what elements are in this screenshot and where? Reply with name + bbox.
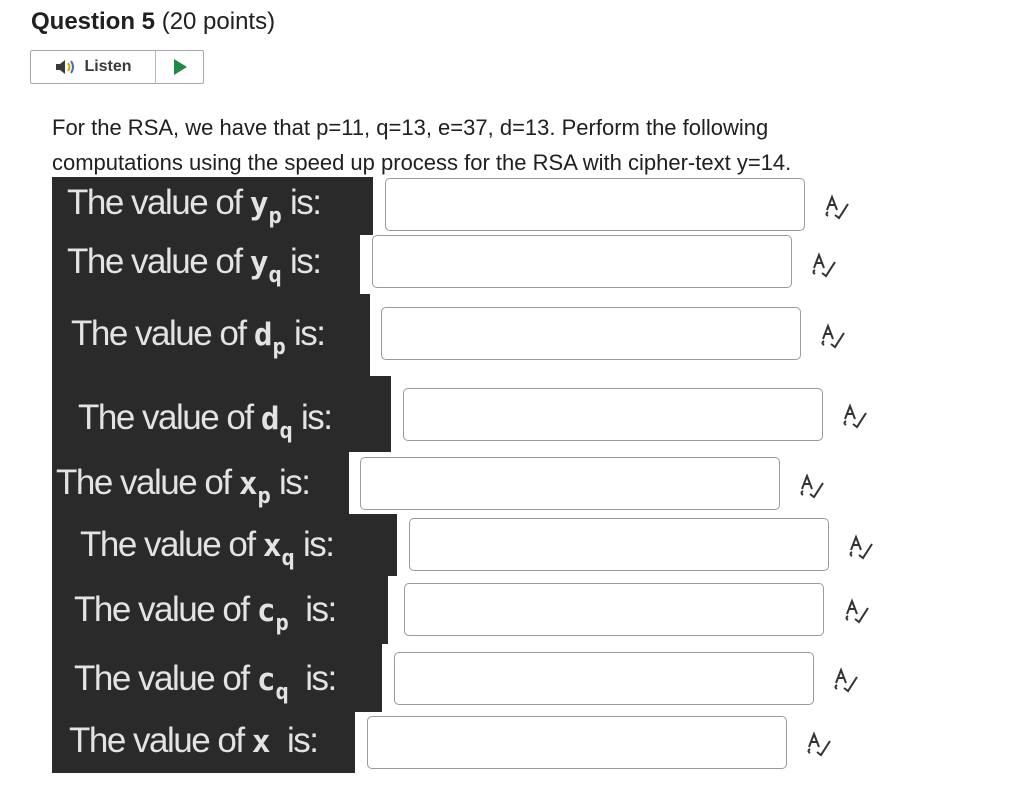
label-subscript: p [257,484,271,509]
spellcheck-icon[interactable] [842,596,870,624]
label-variable: x [238,466,258,502]
label-subscript: q [275,680,289,705]
spellcheck-icon[interactable] [831,665,859,693]
field-label-yq: The value of yq is: [67,242,322,296]
spellcheck-icon[interactable] [804,729,832,757]
label-variable: d [260,401,280,437]
listen-button[interactable]: Listen [31,51,156,83]
label-suffix: is: [294,525,335,564]
label-prefix: The value of [71,314,254,353]
spellcheck-icon[interactable] [809,250,837,278]
label-variable: x [251,724,271,760]
prompt-line-1: For the RSA, we have that p=11, q=13, e=… [52,115,769,140]
label-variable: x [262,528,282,564]
label-suffix: is: [292,398,333,437]
answer-input-dq[interactable] [403,388,823,441]
label-suffix: is: [270,463,311,502]
label-prefix: The value of [74,590,257,629]
field-label-x: The value of x is: [69,721,319,762]
question-points: (20 points) [161,8,276,35]
label-prefix: The value of [80,525,263,564]
question-prompt: For the RSA, we have that p=11, q=13, e=… [52,110,952,180]
prompt-line-2: computations using the speed up process … [52,150,792,175]
spellcheck-icon[interactable] [840,401,868,429]
field-label-xq: The value of xq is: [80,525,335,579]
spellcheck-icon[interactable] [846,532,874,560]
field-label-yp: The value of yp is: [67,183,322,237]
listen-control: Listen [30,50,204,84]
label-variable: d [253,317,273,353]
question-title: Question 5 (20 points) [31,8,275,36]
label-suffix: is: [288,659,337,698]
label-subscript: q [281,546,295,571]
label-suffix: is: [281,242,322,281]
label-prefix: The value of [69,721,252,760]
answer-input-x[interactable] [367,716,787,769]
question-number: Question 5 [31,8,156,35]
spellcheck-icon[interactable] [818,321,846,349]
label-variable: c [256,662,276,698]
label-subscript: p [268,204,282,229]
label-variable: c [256,593,276,629]
field-label-cp: The value of cp is: [74,590,337,644]
label-variable: y [249,186,269,222]
field-label-cq: The value of cq is: [74,659,337,713]
field-label-dq: The value of dq is: [78,398,333,452]
spellcheck-icon[interactable] [822,192,850,220]
answer-input-xp[interactable] [360,457,780,510]
label-variable: y [249,245,269,281]
listen-label: Listen [84,58,132,75]
label-prefix: The value of [56,463,239,502]
label-subscript: q [279,419,293,444]
play-icon [173,59,187,75]
spellcheck-icon[interactable] [797,471,825,499]
label-suffix: is: [270,721,319,760]
label-prefix: The value of [67,242,250,281]
play-button[interactable] [156,51,203,83]
label-prefix: The value of [78,398,261,437]
label-prefix: The value of [74,659,257,698]
answer-input-xq[interactable] [409,518,829,571]
answer-input-cq[interactable] [394,652,814,705]
label-subscript: p [272,335,286,360]
field-label-xp: The value of xp is: [56,463,311,517]
label-suffix: is: [281,183,322,222]
speaker-icon [56,60,75,74]
label-suffix: is: [288,590,337,629]
label-prefix: The value of [67,183,250,222]
label-suffix: is: [285,314,326,353]
label-subscript: q [268,263,282,288]
answer-input-cp[interactable] [404,583,824,636]
answer-input-dp[interactable] [381,307,801,360]
field-label-dp: The value of dp is: [71,314,326,368]
answer-input-yp[interactable] [385,178,805,231]
label-subscript: p [275,611,289,636]
answer-input-yq[interactable] [372,235,792,288]
